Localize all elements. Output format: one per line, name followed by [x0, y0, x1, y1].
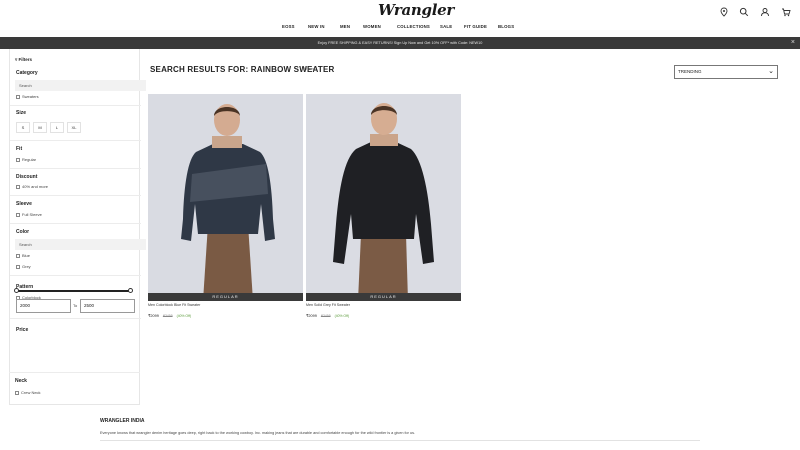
size-title: Size: [16, 110, 27, 116]
sort-select[interactable]: TRENDING ⌄: [674, 65, 778, 79]
price-max-input[interactable]: 2500: [80, 299, 135, 313]
nav-men[interactable]: MEN: [340, 24, 350, 29]
results-count: 2 Items: [303, 67, 316, 71]
promo-text: Enjoy FREE SHIPPING & EASY RETURNS! Sign…: [317, 41, 483, 45]
color-search-input[interactable]: Search: [15, 239, 146, 250]
nav-fit-guide[interactable]: FIT GUIDE: [464, 24, 487, 29]
checkbox[interactable]: [16, 94, 20, 99]
category-search-input[interactable]: Search: [15, 80, 146, 91]
checkbox[interactable]: [16, 212, 20, 217]
account-icon[interactable]: [760, 4, 770, 17]
product-price-row: ₹2099 ₹3499 (40% Off): [148, 313, 192, 319]
sleeve-title: Sleeve: [16, 201, 32, 207]
nav-women[interactable]: WOMEN: [363, 24, 381, 29]
checkbox[interactable]: [16, 264, 20, 269]
price-slider-max-handle[interactable]: [128, 288, 133, 293]
divider: [10, 105, 141, 106]
price-slider-min-handle[interactable]: [14, 288, 19, 293]
page: Wrangler EOSS NEW IN MEN WOMEN COLLECTIO…: [0, 0, 800, 450]
filters-heading: ▿ Filters: [15, 57, 33, 62]
product-image[interactable]: REGULAR: [148, 94, 303, 301]
store-locator-icon[interactable]: [719, 4, 729, 17]
product-image[interactable]: REGULAR: [306, 94, 461, 301]
category-option-sweaters[interactable]: Sweaters: [16, 94, 39, 99]
checkbox[interactable]: [15, 390, 19, 395]
fit-tag: REGULAR: [148, 293, 303, 301]
sleeve-option-full[interactable]: Full Sleeve: [16, 212, 42, 217]
discount: (40% Off): [334, 313, 350, 318]
sort-value: TRENDING: [678, 69, 702, 74]
model-photo: [148, 94, 303, 301]
price-title: Price: [16, 327, 29, 333]
color-title: Color: [16, 229, 30, 235]
footer-title: WRANGLER INDIA: [100, 418, 145, 424]
divider: [100, 440, 700, 441]
price-to-label: To: [73, 303, 78, 308]
footer-text: Everyone knows that wrangler denim herit…: [100, 431, 416, 435]
cart-icon[interactable]: [781, 4, 791, 17]
color-option-grey[interactable]: Grey: [16, 264, 31, 269]
brand-logo[interactable]: Wrangler: [378, 1, 454, 19]
divider: [10, 168, 141, 169]
checkbox[interactable]: [16, 253, 20, 258]
divider: [10, 195, 141, 196]
size-option-xl[interactable]: XL: [67, 122, 81, 133]
checkbox[interactable]: [16, 157, 20, 162]
neck-title: Neck: [15, 378, 27, 384]
product-name[interactable]: Men Solid Grey Fit Sweater: [306, 303, 350, 307]
nav-collections[interactable]: COLLECTIONS: [397, 24, 430, 29]
promo-banner: Enjoy FREE SHIPPING & EASY RETURNS! Sign…: [0, 37, 800, 49]
nav-eoss[interactable]: EOSS: [282, 24, 295, 29]
fit-tag: REGULAR: [306, 293, 461, 301]
divider: [10, 318, 141, 319]
price-slider-track[interactable]: [16, 290, 131, 292]
nav-sale[interactable]: SALE: [440, 24, 452, 29]
price: ₹2099: [148, 314, 159, 318]
category-title: Category: [16, 70, 38, 76]
nav-new-in[interactable]: NEW IN: [308, 24, 325, 29]
mrp: ₹3499: [162, 313, 173, 318]
nav-blogs[interactable]: BLOGS: [498, 24, 514, 29]
fit-title: Fit: [16, 146, 23, 152]
divider: [10, 275, 141, 276]
product-card[interactable]: REGULAR Men Solid Grey Fit Sweater ₹2099…: [306, 94, 461, 318]
chevron-down-icon: ⌄: [768, 68, 774, 75]
divider: [9, 372, 140, 373]
divider: [10, 140, 141, 141]
discount-option-40[interactable]: 40% and more: [16, 184, 48, 189]
close-icon[interactable]: ×: [791, 37, 795, 49]
fit-option-regular[interactable]: Regular: [16, 157, 36, 162]
mrp: ₹3499: [320, 313, 331, 318]
search-icon[interactable]: [739, 4, 749, 17]
size-option-l[interactable]: L: [50, 122, 64, 133]
product-card[interactable]: REGULAR Men Colorblock Blue Fit Sweater …: [148, 94, 303, 318]
price: ₹2099: [306, 314, 317, 318]
header: Wrangler EOSS NEW IN MEN WOMEN COLLECTIO…: [0, 0, 800, 37]
color-option-blue[interactable]: Blue: [16, 253, 30, 258]
size-option-m[interactable]: M: [33, 122, 47, 133]
product-name[interactable]: Men Colorblock Blue Fit Sweater: [148, 303, 200, 307]
filter-sidebar: ▿ Filters Category Search Sweaters Size …: [9, 49, 146, 405]
product-price-row: ₹2099 ₹3499 (40% Off): [306, 313, 350, 319]
discount: (40% Off): [176, 313, 192, 318]
neck-option-crew[interactable]: Crew Neck: [15, 390, 41, 395]
price-min-input[interactable]: 2000: [16, 299, 71, 313]
divider: [10, 223, 141, 224]
size-option-s[interactable]: S: [16, 122, 30, 133]
model-photo: [306, 94, 461, 301]
checkbox[interactable]: [16, 184, 20, 189]
discount-title: Discount: [16, 174, 38, 180]
